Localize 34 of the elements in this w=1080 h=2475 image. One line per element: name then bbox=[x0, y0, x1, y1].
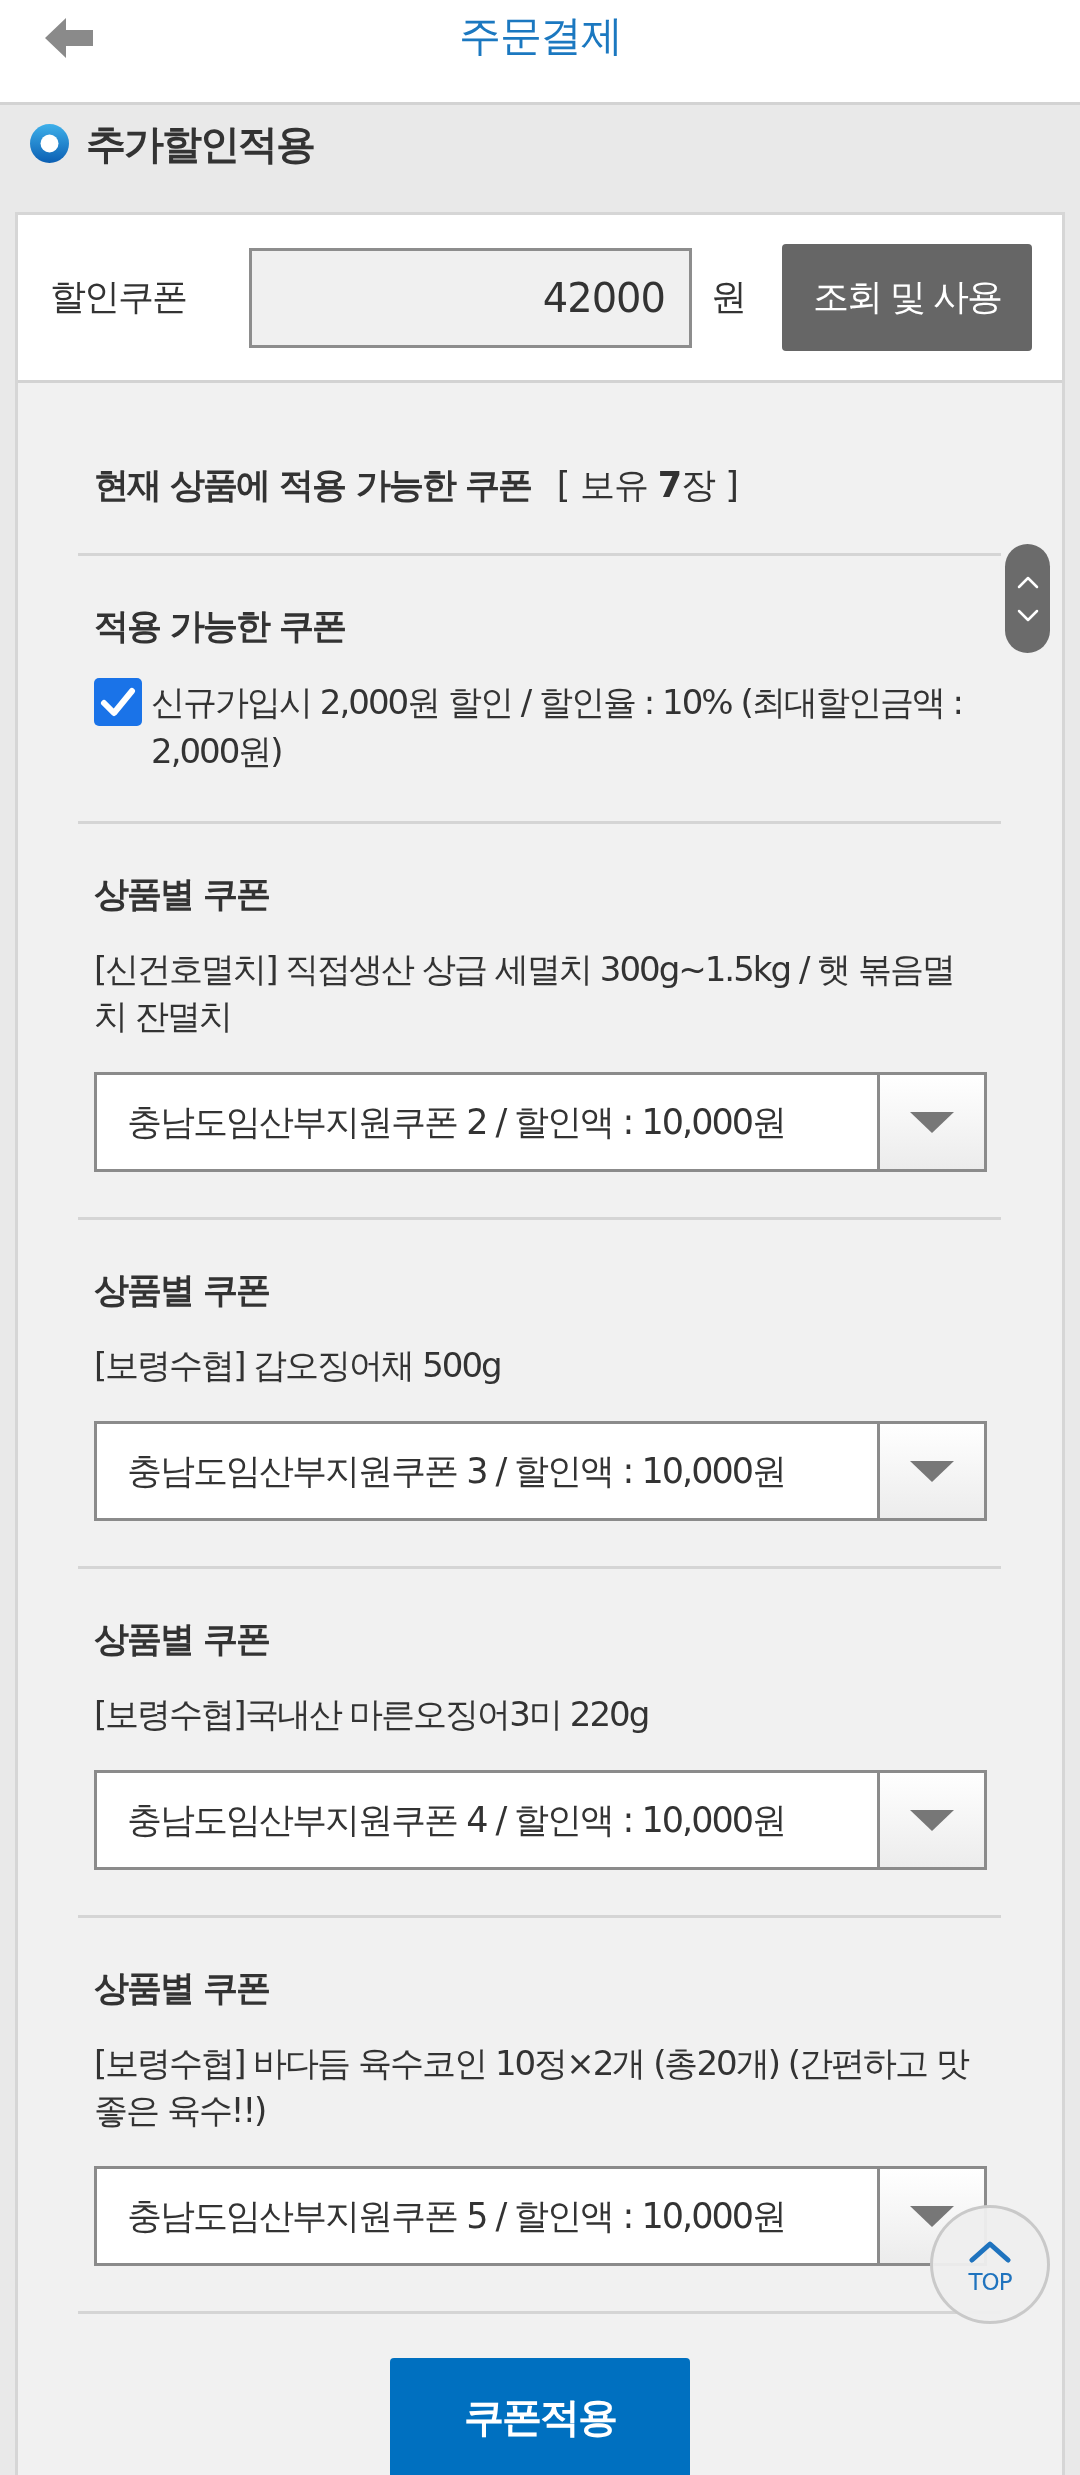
coupon-select[interactable]: 충남도임산부지원쿠폰 3 / 할인액 : 10,000원 bbox=[94, 1421, 987, 1521]
back-arrow-icon[interactable] bbox=[45, 18, 93, 58]
group-title: 적용 가능한 쿠폰 bbox=[94, 605, 346, 648]
group-title: 상품별 쿠폰 bbox=[94, 1269, 270, 1312]
field-label: 할인쿠폰 bbox=[50, 275, 186, 319]
available-coupons-title: 현재 상품에 적용 가능한 쿠폰 bbox=[94, 464, 531, 507]
coupon-label: 신규가입시 2,000원 할인 / 할인율 : 10% (최대할인금액 : 2,000원) bbox=[151, 681, 963, 773]
chevron-down-icon bbox=[1016, 608, 1039, 622]
coupon-select[interactable]: 충남도임산부지원쿠폰 4 / 할인액 : 10,000원 bbox=[94, 1770, 987, 1870]
caret-down-icon bbox=[910, 1460, 954, 1482]
ring-icon bbox=[30, 124, 69, 163]
currency-unit: 원 bbox=[711, 275, 747, 319]
product-name: [보령수협] 갑오징어채 500g bbox=[94, 1344, 501, 1387]
coupon-select[interactable]: 충남도임산부지원쿠폰 5 / 할인액 : 10,000원 bbox=[94, 2166, 987, 2266]
scroll-control[interactable] bbox=[1005, 544, 1050, 653]
caret-down-icon bbox=[910, 1111, 954, 1133]
chevron-up-icon bbox=[969, 2240, 1011, 2263]
section-title: 추가할인적용 bbox=[86, 121, 314, 167]
coupon-amount-field[interactable]: 42000 bbox=[249, 247, 692, 348]
coupon-count: [ 보유 7장 ] bbox=[556, 464, 738, 507]
page-title: 주문결제 bbox=[459, 10, 621, 62]
product-name: [신건호멸치] 직접생산 상급 세멸치 300g~1.5kg / 햇 볶음멸치 잔멸치 bbox=[94, 948, 955, 1038]
product-name: [보령수협]국내산 마른오징어3미 220g bbox=[94, 1693, 649, 1736]
caret-down-icon bbox=[910, 2205, 954, 2227]
checkbox[interactable] bbox=[94, 678, 142, 726]
product-name: [보령수협] 바다듬 육수코인 10정×2개 (총20개) (간편하고 맛좋은 육수!!) bbox=[94, 2042, 970, 2132]
chevron-up-icon bbox=[1016, 575, 1039, 589]
apply-coupon-button[interactable]: 쿠폰적용 bbox=[390, 2358, 690, 2475]
lookup-use-button[interactable]: 조회 및 사용 bbox=[782, 244, 1032, 351]
group-title: 상품별 쿠폰 bbox=[94, 873, 270, 916]
group-title: 상품별 쿠폰 bbox=[94, 1967, 270, 2010]
group-title: 상품별 쿠폰 bbox=[94, 1618, 270, 1661]
caret-down-icon bbox=[910, 1809, 954, 1831]
coupon-select[interactable]: 충남도임산부지원쿠폰 2 / 할인액 : 10,000원 bbox=[94, 1072, 987, 1172]
